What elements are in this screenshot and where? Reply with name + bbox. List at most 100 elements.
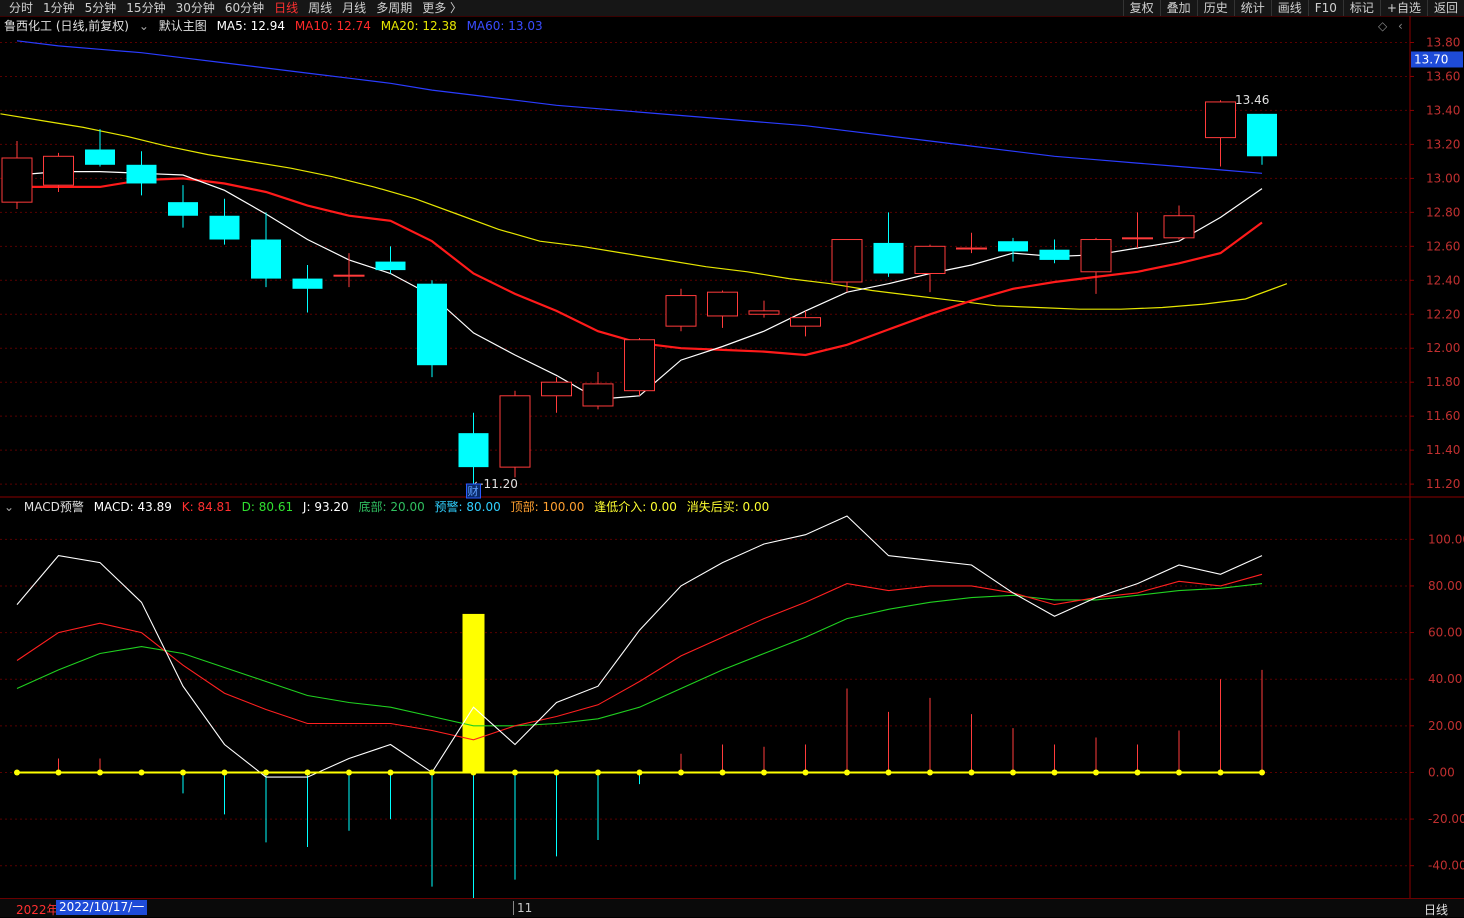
zero-dot [180,769,186,776]
zero-dot [1176,769,1182,776]
zero-dot [678,769,684,776]
chart-canvas[interactable]: 13.80 13.60 13.40 13.20 13.00 12.80 12.60 12.40… [0,0,1464,898]
macd-tick-label: 40.00 [1428,672,1462,686]
candle-body-down [209,215,240,240]
candle-body-down [251,239,281,279]
zero-dot [14,769,20,776]
candle-body-up [1205,101,1236,139]
macd-tick-label: 0.00 [1428,765,1455,779]
candle-body-up [665,295,697,327]
candlesticks [1,100,1277,485]
candle-body-down [1247,113,1277,157]
zero-dot [761,769,767,776]
period-label[interactable]: 日线 [1424,901,1448,918]
zero-dot [1134,769,1141,776]
candle-body-up [43,155,74,186]
candle-body-up [831,239,863,283]
price-tick-label: 13.80 [1426,35,1460,49]
high-label: 13.46 [1235,93,1269,107]
candle-body-down [292,278,323,289]
zero-dot [97,769,103,776]
time-axis-bar: 2022年 2022/10/17/一 11 日线 [0,898,1464,917]
zero-dot [885,769,892,776]
price-tag-label: 13.70 [1414,52,1448,66]
price-tick-label: 13.60 [1426,69,1460,83]
zero-dot [1217,769,1224,776]
macd-axis: 100.00 80.00 60.00 40.00 20.00 0.00 -20.00 -40.… [1410,532,1464,873]
price-tick-label: 11.40 [1426,443,1460,457]
zero-dot [719,769,726,776]
candle-body-down [998,241,1028,252]
macd-tick-label: 60.00 [1428,626,1462,640]
candle-body-down [85,149,115,165]
candle-body-down [458,433,489,468]
zero-dot [512,769,518,776]
candle-body-up [1163,215,1195,239]
zero-dot [304,769,311,776]
price-tick-label: 11.60 [1426,409,1460,423]
price-tick-label: 12.60 [1426,239,1460,253]
price-tick-label: 12.80 [1426,205,1460,219]
candle-body-up [1,157,33,203]
candle-body-up [582,383,614,407]
price-tick-label: 13.00 [1426,171,1460,185]
month-marker: 11 [513,901,532,915]
candle-body-up [333,274,365,277]
zero-dot [429,769,435,776]
candle-body-up [914,245,946,274]
event-label: 财 [468,484,479,498]
zero-dot [595,769,601,776]
zero-dot [1093,769,1099,776]
price-tick-label: 11.80 [1426,375,1460,389]
zero-dot [802,769,809,776]
j-line [16,515,1263,778]
macd-tick-label: -20.00 [1428,812,1464,826]
candle-body-up [748,310,780,315]
macd-tick-label: -40.00 [1428,859,1464,873]
price-tick-label: 12.00 [1426,341,1460,355]
candle-body-down [1039,249,1070,260]
candle-body-down [375,261,406,271]
price-tick-label: 12.20 [1426,307,1460,321]
price-axis: 13.80 13.60 13.40 13.20 13.00 12.80 12.60 12.40… [1410,35,1463,491]
zero-dot [1051,769,1058,776]
zero-dot [387,769,394,776]
zero-dot [221,769,228,776]
price-tick-label: 13.40 [1426,103,1460,117]
candle-body-up [1122,237,1153,240]
zero-dot [844,769,850,776]
zero-dot [138,769,145,776]
zero-dot [553,769,560,776]
zero-dot [470,769,477,776]
candle-body-up [707,291,738,317]
zero-dot [1010,769,1016,776]
date-prefix: 2022年 [16,903,59,917]
ma10-line [17,177,1263,357]
cursor-date: 2022/10/17/一 [56,900,148,915]
zero-dot [1259,769,1265,776]
macd-tick-label: 80.00 [1428,579,1462,593]
zero-dot [968,769,975,776]
price-tick-label: 11.20 [1426,477,1460,491]
zero-dot [636,769,643,776]
macd-panel [14,515,1265,898]
zero-dot [55,769,62,776]
signal-bar [462,613,485,773]
candle-body-down [417,283,447,366]
candle-body-down [873,242,904,274]
zero-dot [927,769,933,776]
macd-tick-label: 20.00 [1428,719,1462,733]
candle-body-up [956,247,987,250]
grid-lines [0,16,1464,898]
candle-body-up [624,339,655,392]
d-line [16,583,1263,727]
macd-tick-label: 100.00 [1428,532,1464,546]
zero-dot [263,769,269,776]
candle-body-down [168,202,198,216]
annotations: 13.46←11.20财 [466,93,1269,499]
price-tick-label: 12.40 [1426,273,1460,287]
zero-dot [346,769,352,776]
price-tick-label: 13.20 [1426,137,1460,151]
candle-body-up [1080,239,1112,273]
candle-body-up [790,317,821,327]
